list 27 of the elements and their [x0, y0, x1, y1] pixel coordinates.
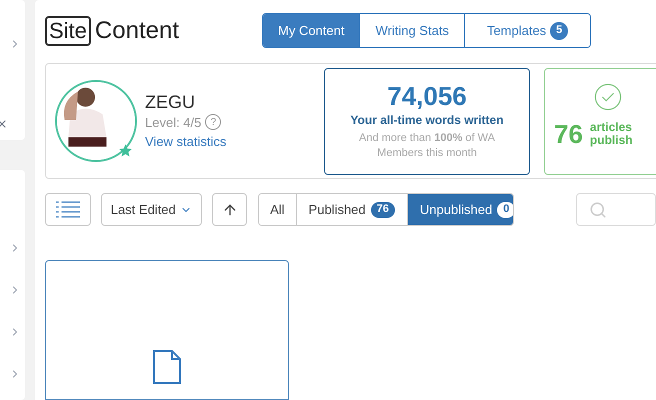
- search-field[interactable]: [576, 193, 656, 226]
- help-icon[interactable]: ?: [205, 114, 222, 130]
- list-icon: [56, 201, 80, 218]
- star-icon: [118, 143, 133, 158]
- published-count: 76: [554, 118, 583, 150]
- published-label: publish: [590, 134, 633, 147]
- count-badge: 0: [497, 202, 514, 218]
- filter-tab[interactable]: Unpublished 0: [406, 194, 514, 225]
- view-statistics-link[interactable]: View statistics: [145, 132, 316, 152]
- words-count: 74,056: [387, 81, 467, 111]
- count-badge: 76: [370, 202, 395, 218]
- search-icon: [589, 200, 608, 218]
- published-label: articles: [590, 121, 633, 134]
- document-icon: [152, 349, 182, 385]
- logo-box: Site: [45, 16, 91, 46]
- tab[interactable]: Templates 5: [464, 14, 590, 47]
- sort-direction-button[interactable]: [212, 193, 248, 226]
- user-name: ZEGU: [145, 90, 196, 112]
- check-circle-icon: [594, 82, 622, 110]
- list-view-button[interactable]: [45, 193, 91, 226]
- page-title: Content: [94, 16, 179, 46]
- count-badge: 5: [550, 22, 568, 40]
- sort-dropdown[interactable]: Last Edited: [100, 193, 202, 226]
- tab[interactable]: My Content: [263, 14, 360, 47]
- words-caption: Your all-time words written: [350, 112, 504, 129]
- words-note: And more than 100% of WA Members this month: [358, 131, 496, 161]
- user-level: Level: 4/5: [145, 114, 202, 132]
